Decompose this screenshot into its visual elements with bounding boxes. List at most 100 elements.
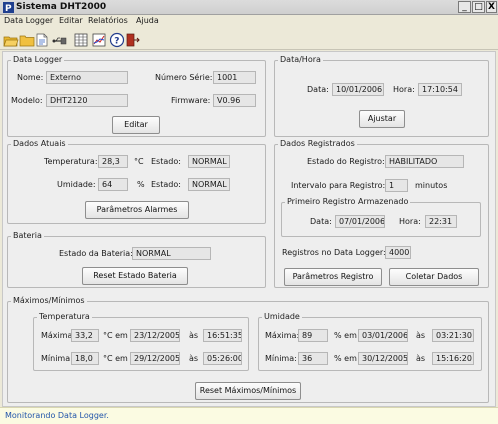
connect-icon[interactable] — [35, 32, 51, 48]
primeiro-registro-group: Primeiro Registro Armazenado Data: 07/01… — [281, 197, 481, 237]
umid-min-label: Mínima: — [265, 354, 297, 363]
registro-estado-label: Estado do Registro: — [307, 157, 385, 166]
temp-max-unit: °C em — [103, 331, 128, 340]
bateria-estado-label: Estado da Bateria: — [59, 249, 133, 258]
data-hora-hora-label: Hora: — [393, 85, 415, 94]
collect-data-button[interactable]: Coletar Dados — [389, 268, 479, 286]
umid-min-as: às — [416, 354, 426, 363]
data-logger-group: Data Logger Nome: Externo Número Série: … — [7, 55, 266, 137]
data-hora-hora-field: 17:10:54 — [418, 83, 462, 96]
temperatura-unit: °C — [134, 157, 144, 166]
umidade-field: 64 — [98, 178, 128, 191]
title-bar: P Sistema DHT2000 _ □ X — [0, 0, 498, 15]
alarm-params-button[interactable]: Parâmetros Alarmes — [85, 201, 189, 219]
minimize-button[interactable]: _ — [458, 1, 471, 13]
temp-min-field: 18,0 — [71, 352, 99, 365]
data-hora-data-field: 10/01/2006 — [332, 83, 384, 96]
data-logger-title: Data Logger — [11, 55, 65, 64]
max-min-umidade-title: Umidade — [262, 312, 302, 321]
modelo-field: DHT2120 — [46, 94, 128, 107]
help-icon[interactable]: ? — [109, 32, 125, 48]
close-button[interactable]: X — [486, 1, 497, 13]
registros-field: 4000 — [385, 246, 411, 259]
umid-estado-label: Estado: — [151, 180, 181, 189]
bateria-estado-field: NORMAL — [132, 247, 211, 260]
data-hora-title: Data/Hora — [278, 55, 323, 64]
menu-relatorios[interactable]: Relatórios — [88, 16, 128, 25]
adjust-button[interactable]: Ajustar — [359, 110, 405, 128]
menu-ajuda[interactable]: Ajuda — [136, 16, 159, 25]
maximize-button[interactable]: □ — [472, 1, 485, 13]
firmware-field: V0.96 — [213, 94, 256, 107]
intervalo-label: Intervalo para Registro: — [291, 181, 386, 190]
temp-min-date-field: 29/12/2005 — [130, 352, 180, 365]
chart-icon[interactable] — [91, 32, 107, 48]
temp-min-as: às — [189, 354, 199, 363]
umid-estado-field: NORMAL — [188, 178, 230, 191]
toolbar: ? — [0, 29, 498, 50]
reset-max-min-button[interactable]: Reset Máximos/Mínimos — [195, 382, 301, 400]
temp-estado-field: NORMAL — [188, 155, 230, 168]
dados-registrados-group: Dados Registrados Estado do Registro: HA… — [274, 139, 489, 288]
max-min-temperatura-title: Temperatura — [37, 312, 92, 321]
temp-estado-label: Estado: — [151, 157, 181, 166]
edit-button[interactable]: Editar — [112, 116, 160, 134]
temp-min-label: Mínima: — [41, 354, 73, 363]
umid-min-time-field: 15:16:20 — [432, 352, 474, 365]
bateria-title: Bateria — [11, 231, 44, 240]
primeiro-hora-label: Hora: — [399, 217, 421, 226]
menu-bar: Data Logger Editar Relatórios Ajuda — [0, 15, 498, 28]
modelo-label: Modelo: — [11, 96, 43, 105]
status-bar: Monitorando Data Logger. — [0, 407, 498, 424]
max-min-temperatura-group: Temperatura Máxima: 33,2 °C em 23/12/200… — [33, 312, 249, 371]
temperatura-label: Temperatura: — [44, 157, 98, 166]
umid-max-field: 89 — [298, 329, 328, 342]
window-title: Sistema DHT2000 — [16, 2, 107, 12]
umidade-label: Umidade: — [57, 180, 96, 189]
umid-min-field: 36 — [298, 352, 328, 365]
temp-min-time-field: 05:26:00 — [203, 352, 242, 365]
reset-battery-button[interactable]: Reset Estado Bateria — [82, 267, 188, 285]
primeiro-hora-field: 22:31 — [425, 215, 457, 228]
temp-max-field: 33,2 — [71, 329, 99, 342]
registro-estado-field: HABILITADO — [385, 155, 464, 168]
nome-label: Nome: — [17, 73, 44, 82]
max-min-group: Máximos/Mínimos Temperatura Máxima: 33,2… — [7, 296, 489, 403]
temperatura-field: 28,3 — [98, 155, 128, 168]
umid-max-label: Máxima: — [265, 331, 300, 340]
exit-icon[interactable] — [125, 32, 141, 48]
app-icon: P — [3, 2, 14, 13]
svg-text:?: ? — [114, 37, 119, 47]
umid-max-time-field: 03:21:30 — [432, 329, 474, 342]
dados-atuais-title: Dados Atuais — [11, 139, 68, 148]
registros-label: Registros no Data Logger: — [282, 248, 386, 257]
folder-icon[interactable] — [19, 32, 35, 48]
primeiro-registro-title: Primeiro Registro Armazenado — [285, 197, 411, 206]
intervalo-unit: minutos — [415, 181, 448, 190]
menu-data-logger[interactable]: Data Logger — [4, 16, 53, 25]
umid-min-date-field: 30/12/2005 — [358, 352, 408, 365]
dados-atuais-group: Dados Atuais Temperatura: 28,3 °C Estado… — [7, 139, 266, 224]
usb-icon[interactable] — [51, 32, 67, 48]
temp-max-time-field: 16:51:35 — [203, 329, 242, 342]
temp-max-date-field: 23/12/2005 — [130, 329, 180, 342]
temp-min-unit: °C em — [103, 354, 128, 363]
main-content: Data Logger Nome: Externo Número Série: … — [2, 51, 496, 407]
dados-registrados-title: Dados Registrados — [278, 139, 357, 148]
table-icon[interactable] — [73, 32, 89, 48]
firmware-label: Firmware: — [171, 96, 211, 105]
log-params-button[interactable]: Parâmetros Registro — [284, 268, 382, 286]
temp-max-as: às — [189, 331, 199, 340]
menu-editar[interactable]: Editar — [59, 16, 83, 25]
serie-field: 1001 — [213, 71, 256, 84]
svg-text:P: P — [5, 4, 12, 13]
intervalo-field: 1 — [385, 179, 408, 192]
serie-label: Número Série: — [155, 73, 213, 82]
open-folder-icon[interactable] — [3, 32, 19, 48]
bateria-group: Bateria Estado da Bateria: NORMAL Reset … — [7, 231, 266, 288]
data-hora-group: Data/Hora Data: 10/01/2006 Hora: 17:10:5… — [274, 55, 489, 137]
primeiro-data-label: Data: — [310, 217, 332, 226]
nome-field: Externo — [46, 71, 128, 84]
umidade-unit: % — [137, 180, 145, 189]
umid-max-as: às — [416, 331, 426, 340]
